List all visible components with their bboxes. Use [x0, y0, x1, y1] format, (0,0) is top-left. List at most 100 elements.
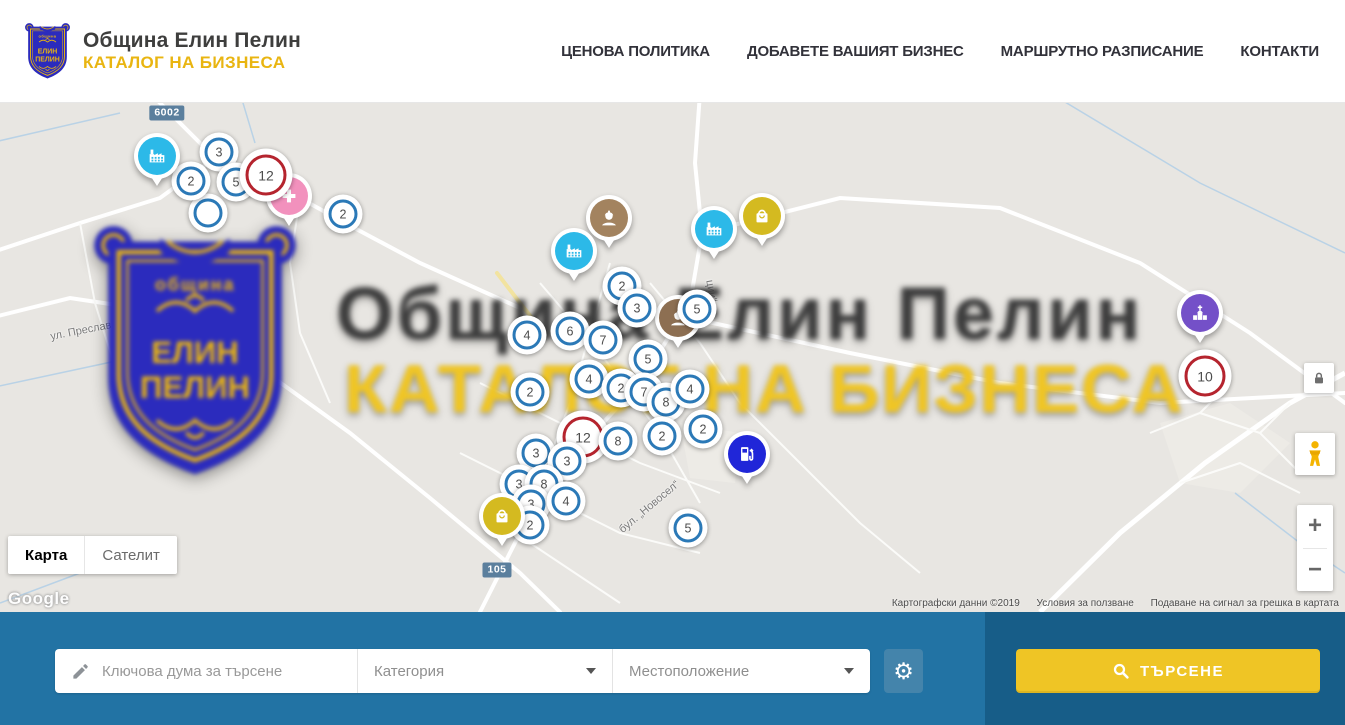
factory-icon [695, 210, 733, 248]
search-button-label: ТЪРСЕНЕ [1140, 663, 1224, 680]
lock-button[interactable] [1304, 363, 1334, 393]
cluster-count: 2 [177, 167, 206, 196]
pin-head [134, 133, 180, 179]
main-nav: ЦЕНОВА ПОЛИТИКА ДОБАВЕТЕ ВАШИЯТ БИЗНЕС М… [561, 43, 1319, 60]
factory-icon [138, 137, 176, 175]
bag-pin-marker[interactable] [479, 493, 525, 539]
cluster-marker[interactable]: 4 [671, 370, 710, 409]
cluster-marker[interactable]: 12 [240, 149, 293, 202]
map-type-control: Карта Сателит [8, 536, 177, 574]
cluster-count: 3 [522, 439, 551, 468]
page: Община Елин Пелин КАТАЛОГ НА БИЗНЕСА ЦЕН… [0, 0, 1345, 725]
cluster-count: 5 [674, 514, 703, 543]
municipality-shield-logo [24, 22, 71, 80]
cluster-count: 5 [683, 295, 712, 324]
bag-pin-marker[interactable] [739, 193, 785, 239]
cluster-count: 12 [246, 155, 287, 196]
map-type-map-button[interactable]: Карта [8, 536, 84, 574]
brand-subtitle: КАТАЛОГ НА БИЗНЕСА [83, 53, 301, 73]
cluster-count: 4 [513, 321, 542, 350]
attribution-report-link[interactable]: Подаване на сигнал за грешка в картата [1151, 598, 1339, 609]
nav-route-schedule[interactable]: МАРШРУТНО РАЗПИСАНИЕ [1001, 43, 1204, 60]
cluster-count: 3 [623, 294, 652, 323]
cluster-count: 4 [676, 375, 705, 404]
lock-icon [1311, 370, 1327, 386]
factory-pin-marker[interactable] [134, 133, 180, 179]
cluster-count: 6 [556, 317, 585, 346]
gear-icon: ⚙ [893, 660, 914, 683]
cluster-marker[interactable]: 5 [669, 509, 708, 548]
pencil-icon [71, 662, 90, 681]
header: Община Елин Пелин КАТАЛОГ НА БИЗНЕСА ЦЕН… [0, 0, 1345, 103]
cluster-count: 5 [634, 345, 663, 374]
cluster-marker[interactable]: 5 [678, 290, 717, 329]
cluster-marker[interactable]: 10 [1179, 350, 1232, 403]
cluster-marker[interactable]: 8 [599, 422, 638, 461]
cluster-marker[interactable]: 2 [643, 417, 682, 456]
cluster-marker[interactable]: 7 [584, 321, 623, 360]
church-icon [1181, 294, 1219, 332]
search-icon [1112, 662, 1130, 680]
zoom-control: + − [1297, 505, 1333, 591]
nav-add-your-business[interactable]: ДОБАВЕТЕ ВАШИЯТ БИЗНЕС [747, 43, 964, 60]
cluster-marker[interactable]: 2 [511, 373, 550, 412]
advanced-search-button[interactable]: ⚙ [884, 649, 923, 693]
zoom-out-button[interactable]: − [1297, 549, 1333, 592]
pin-head [691, 206, 737, 252]
bag-icon [483, 497, 521, 535]
cluster-count: 4 [552, 487, 581, 516]
church-pin-marker[interactable] [1177, 290, 1223, 336]
map-type-satellite-button[interactable]: Сателит [84, 536, 177, 574]
chevron-down-icon [844, 668, 854, 674]
cluster-marker[interactable]: 4 [508, 316, 547, 355]
cluster-count: 4 [575, 365, 604, 394]
cluster-count: 10 [1185, 356, 1226, 397]
factory-icon [555, 232, 593, 270]
pin-head [479, 493, 525, 539]
fuel-icon [728, 435, 766, 473]
search-submit-button[interactable]: ТЪРСЕНЕ [1016, 649, 1320, 693]
zoom-in-button[interactable]: + [1297, 505, 1333, 548]
search-fields-group: Категория Местоположение [55, 649, 870, 693]
cluster-count: 2 [516, 378, 545, 407]
pegman-icon [1304, 440, 1326, 468]
markers-layer: 3251222356475422784221283338342510 [0, 103, 1345, 612]
nav-pricing-policy[interactable]: ЦЕНОВА ПОЛИТИКА [561, 43, 710, 60]
cluster-count: 8 [604, 427, 633, 456]
cluster-marker[interactable]: 2 [684, 410, 723, 449]
factory-pin-marker[interactable] [691, 206, 737, 252]
brand-title: Община Елин Пелин [83, 29, 301, 54]
cluster-count: 2 [648, 422, 677, 451]
cluster-count: 7 [589, 326, 618, 355]
fuel-pin-marker[interactable] [724, 431, 770, 477]
attribution-data: Картографски данни ©2019 [892, 598, 1020, 609]
brand[interactable]: Община Елин Пелин КАТАЛОГ НА БИЗНЕСА [24, 22, 301, 80]
keyword-search-input[interactable] [102, 663, 342, 680]
map-canvas[interactable]: 6002105ул. Преславбул. „Новосел“ции“ Общ… [0, 103, 1345, 612]
cluster-marker[interactable]: 2 [324, 195, 363, 234]
cluster-count: 2 [689, 415, 718, 444]
pin-head [551, 228, 597, 274]
chevron-down-icon [586, 668, 596, 674]
location-dropdown[interactable]: Местоположение [612, 649, 870, 693]
factory-pin-marker[interactable] [551, 228, 597, 274]
pin-head [739, 193, 785, 239]
keyword-section [55, 649, 357, 693]
cluster-count: 3 [205, 138, 234, 167]
attribution-terms-link[interactable]: Условия за ползване [1037, 598, 1134, 609]
cluster-count [194, 199, 223, 228]
nav-contacts[interactable]: КОНТАКТИ [1240, 43, 1319, 60]
pin-head [724, 431, 770, 477]
category-dropdown-value: Категория [374, 663, 444, 680]
bag-icon [743, 197, 781, 235]
pin-head [1177, 290, 1223, 336]
cluster-marker[interactable]: 4 [547, 482, 586, 521]
cluster-count: 2 [329, 200, 358, 229]
google-logo[interactable]: Google [8, 589, 70, 609]
location-dropdown-value: Местоположение [629, 663, 749, 680]
street-view-pegman-button[interactable] [1295, 433, 1335, 475]
category-dropdown[interactable]: Категория [357, 649, 612, 693]
search-bar: Категория Местоположение ⚙ ТЪРСЕНЕ [0, 612, 1345, 725]
map-attribution: Картографски данни ©2019 Условия за полз… [878, 598, 1339, 609]
cluster-marker[interactable]: 3 [618, 289, 657, 328]
